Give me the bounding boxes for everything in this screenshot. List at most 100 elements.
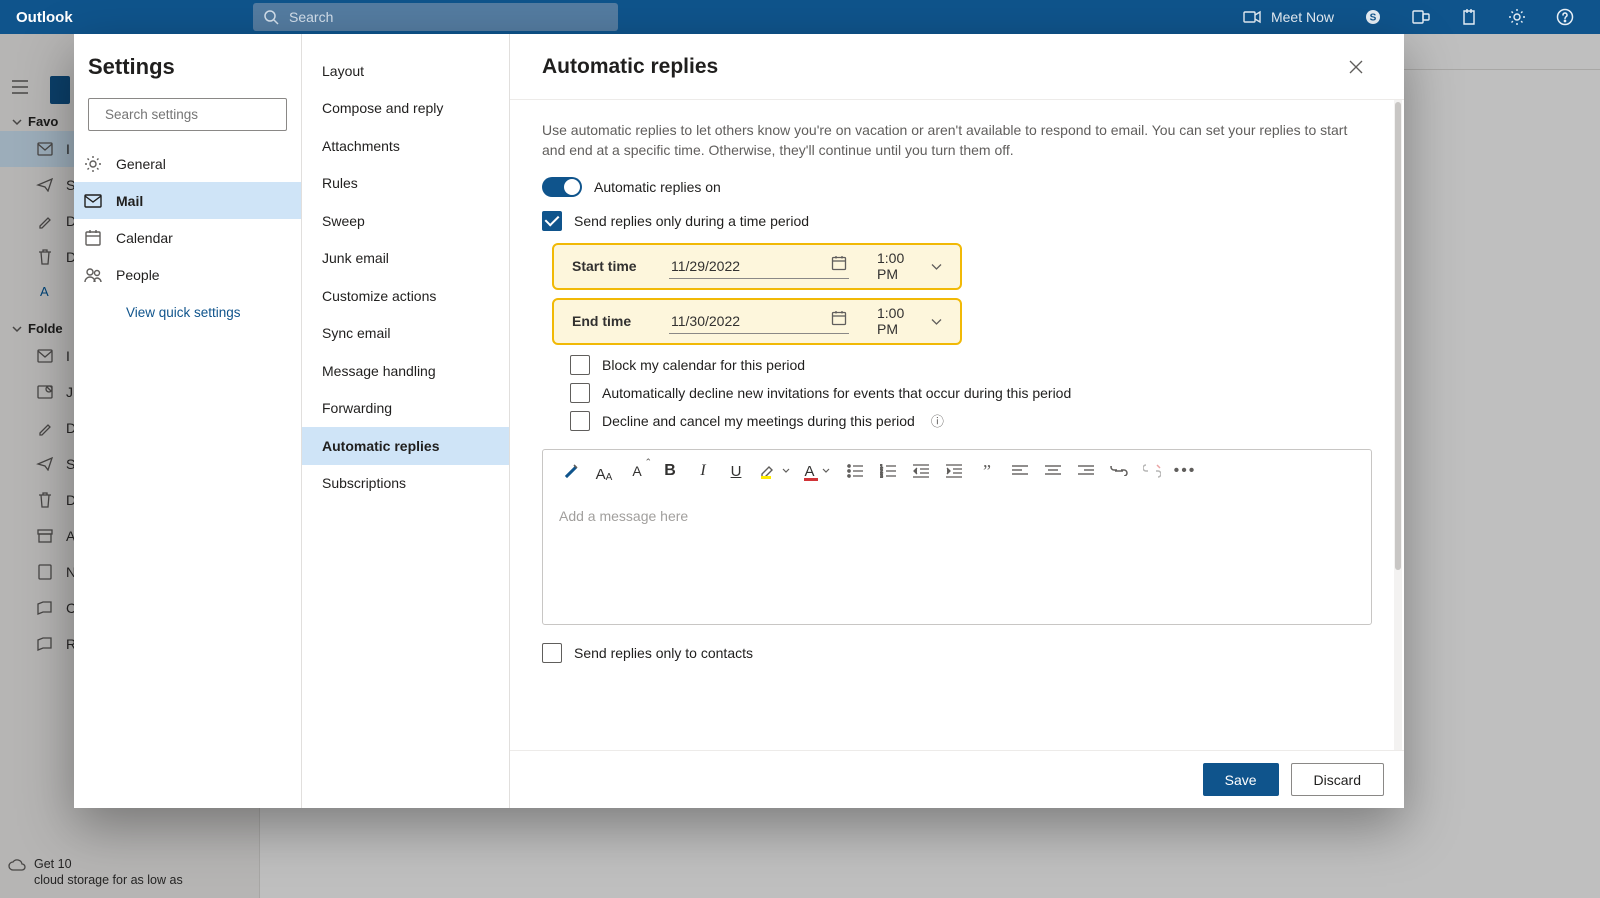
subnav-message-handling[interactable]: Message handling: [302, 352, 509, 390]
pane-header: Automatic replies: [510, 34, 1404, 100]
subnav-customize-actions[interactable]: Customize actions: [302, 277, 509, 315]
intro-text: Use automatic replies to let others know…: [542, 120, 1372, 161]
subnav-attachments[interactable]: Attachments: [302, 127, 509, 165]
subnav-compose[interactable]: Compose and reply: [302, 90, 509, 128]
subnav-layout[interactable]: Layout: [302, 52, 509, 90]
start-date-input[interactable]: [671, 258, 791, 274]
format-painter-button[interactable]: [559, 459, 583, 483]
help-icon[interactable]: [1556, 8, 1574, 26]
end-time-value: 1:00 PM: [877, 305, 915, 337]
global-search-input[interactable]: [289, 9, 608, 25]
people-icon: [84, 267, 102, 283]
start-time-label: Start time: [572, 258, 641, 274]
meet-now-button[interactable]: Meet Now: [1243, 9, 1334, 25]
start-time-select[interactable]: 1:00 PM: [877, 250, 942, 282]
chevron-down-icon: [822, 468, 830, 474]
settings-title: Settings: [88, 54, 287, 80]
calendar-icon[interactable]: [831, 255, 847, 276]
discard-button[interactable]: Discard: [1291, 763, 1384, 796]
message-textarea[interactable]: Add a message here: [543, 494, 1371, 624]
quote-button[interactable]: ”: [975, 459, 999, 483]
bullet-list-button[interactable]: [843, 459, 867, 483]
cancel-meetings-checkbox[interactable]: [570, 411, 590, 431]
align-center-button[interactable]: [1041, 459, 1065, 483]
pane-footer: Save Discard: [510, 750, 1404, 808]
end-time-label: End time: [572, 313, 641, 329]
cancel-meetings-info-icon[interactable]: ⓘ: [931, 411, 944, 430]
underline-button[interactable]: U: [724, 459, 748, 483]
editor-toolbar: AA A⌃ B I U A 123 ” •: [543, 450, 1371, 494]
outdent-button[interactable]: [909, 459, 933, 483]
scroll-thumb[interactable]: [1395, 102, 1401, 570]
align-right-button[interactable]: [1074, 459, 1098, 483]
unlink-button[interactable]: [1140, 459, 1164, 483]
font-size-button[interactable]: A⌃: [625, 459, 649, 483]
view-quick-settings-link[interactable]: View quick settings: [88, 293, 287, 320]
save-button[interactable]: Save: [1203, 763, 1279, 796]
start-time-value: 1:00 PM: [877, 250, 915, 282]
mail-subnav-column: Layout Compose and reply Attachments Rul…: [302, 34, 510, 808]
message-editor: AA A⌃ B I U A 123 ” •: [542, 449, 1372, 625]
chevron-down-icon: [931, 258, 942, 274]
subnav-subscriptions[interactable]: Subscriptions: [302, 465, 509, 503]
svg-text:3: 3: [880, 474, 883, 478]
more-formatting-button[interactable]: •••: [1173, 459, 1197, 483]
block-calendar-checkbox[interactable]: [570, 355, 590, 375]
end-time-select[interactable]: 1:00 PM: [877, 305, 942, 337]
settings-search-input[interactable]: [105, 107, 282, 122]
skype-icon[interactable]: S: [1364, 8, 1382, 26]
start-time-row: Start time 1:00 PM: [552, 243, 962, 290]
subnav-sweep[interactable]: Sweep: [302, 202, 509, 240]
gear-icon: [84, 155, 102, 173]
highlight-button[interactable]: [757, 459, 791, 483]
close-button[interactable]: [1340, 51, 1372, 83]
italic-button[interactable]: I: [691, 459, 715, 483]
subnav-automatic-replies[interactable]: Automatic replies: [302, 427, 509, 465]
settings-search[interactable]: [88, 98, 287, 131]
end-time-row: End time 1:00 PM: [552, 298, 962, 345]
calendar-icon: [84, 229, 102, 247]
font-color-button[interactable]: A: [800, 459, 834, 483]
subnav-forwarding[interactable]: Forwarding: [302, 390, 509, 428]
cancel-meetings-label: Decline and cancel my meetings during th…: [602, 413, 915, 429]
meet-now-label: Meet Now: [1271, 9, 1334, 25]
category-label: Calendar: [116, 230, 173, 246]
notes-icon[interactable]: [1460, 8, 1478, 26]
end-date-input[interactable]: [671, 313, 791, 329]
svg-text:S: S: [1370, 13, 1377, 24]
time-period-checkbox[interactable]: [542, 211, 562, 231]
block-calendar-label: Block my calendar for this period: [602, 357, 805, 373]
align-left-button[interactable]: [1008, 459, 1032, 483]
start-date-field[interactable]: [669, 253, 849, 279]
category-people[interactable]: People: [74, 256, 301, 293]
category-label: People: [116, 267, 160, 283]
category-general[interactable]: General: [74, 145, 301, 182]
scrollbar[interactable]: [1394, 100, 1402, 750]
contacts-only-checkbox[interactable]: [542, 643, 562, 663]
subnav-rules[interactable]: Rules: [302, 165, 509, 203]
category-mail[interactable]: Mail: [74, 182, 301, 219]
chevron-down-icon: [931, 313, 942, 329]
category-calendar[interactable]: Calendar: [74, 219, 301, 256]
settings-category-column: Settings General Mail Calendar People: [74, 34, 302, 808]
time-period-block: Start time 1:00 PM End time: [552, 243, 1372, 345]
gear-icon[interactable]: [1508, 8, 1526, 26]
bold-button[interactable]: B: [658, 459, 682, 483]
settings-detail-pane: Automatic replies Use automatic replies …: [510, 34, 1404, 808]
link-button[interactable]: [1107, 459, 1131, 483]
autoreply-toggle[interactable]: [542, 177, 582, 197]
subnav-sync-email[interactable]: Sync email: [302, 315, 509, 353]
subnav-junk[interactable]: Junk email: [302, 240, 509, 278]
indent-button[interactable]: [942, 459, 966, 483]
end-date-field[interactable]: [669, 308, 849, 334]
decline-invitations-checkbox[interactable]: [570, 383, 590, 403]
teams-icon[interactable]: [1412, 8, 1430, 26]
font-family-button[interactable]: AA: [592, 459, 616, 483]
calendar-icon[interactable]: [831, 310, 847, 331]
category-label: Mail: [116, 193, 143, 209]
mail-icon: [84, 194, 102, 208]
chevron-down-icon: [782, 468, 790, 474]
number-list-button[interactable]: 123: [876, 459, 900, 483]
category-label: General: [116, 156, 166, 172]
global-search[interactable]: [253, 3, 618, 31]
